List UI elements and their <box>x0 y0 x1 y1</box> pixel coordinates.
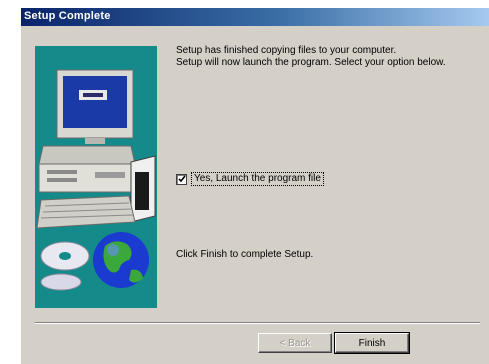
back-button[interactable]: < Back <box>258 333 332 353</box>
globe-icon <box>93 232 149 288</box>
checkbox-box[interactable] <box>176 173 187 185</box>
finish-instruction: Click Finish to complete Setup. <box>176 249 314 260</box>
footer-separator <box>35 322 480 324</box>
launch-program-message: Setup will now launch the program. Selec… <box>176 57 446 68</box>
launch-program-checkbox[interactable]: Yes, Launch the program file <box>176 172 324 186</box>
window-title: Setup Complete <box>24 10 111 22</box>
checkmark-icon <box>177 175 186 183</box>
setup-illustration <box>35 46 157 308</box>
setup-complete-dialog: Setup Complete Setup has finished copyin… <box>20 8 489 364</box>
computer-icon <box>36 69 156 229</box>
title-bar[interactable]: Setup Complete <box>21 8 489 26</box>
cd-disc-icon <box>40 241 90 291</box>
launch-program-label[interactable]: Yes, Launch the program file <box>191 172 324 186</box>
finish-button[interactable]: Finish <box>334 332 410 354</box>
setup-finished-message: Setup has finished copying files to your… <box>176 45 397 56</box>
